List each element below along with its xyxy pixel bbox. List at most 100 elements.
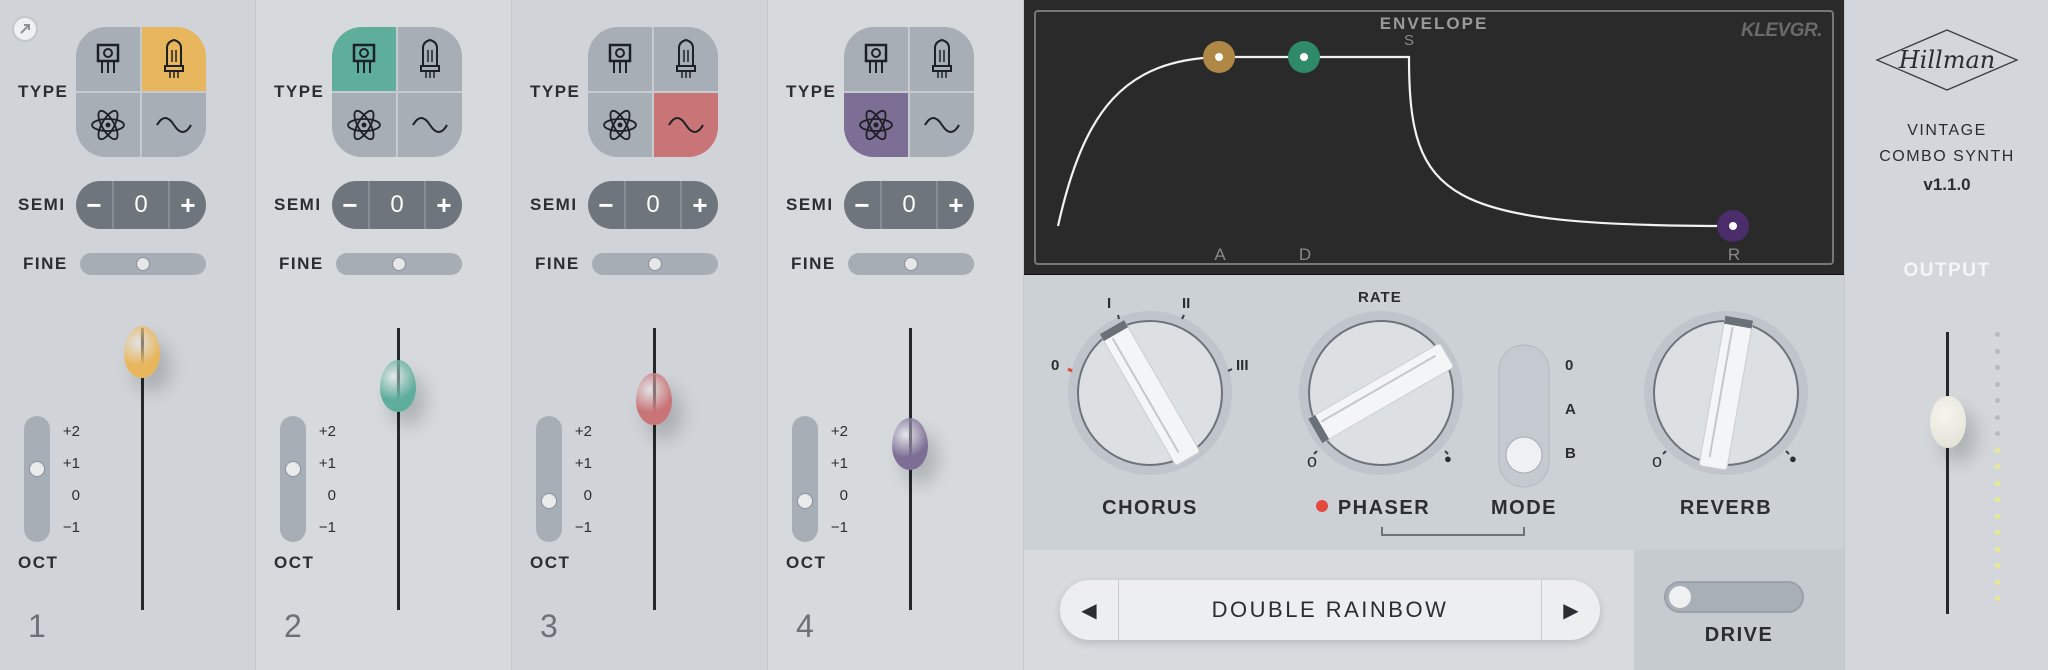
- mode-option-a[interactable]: A: [1565, 401, 1576, 418]
- oct-slider[interactable]: [792, 416, 818, 542]
- oct-value[interactable]: 0: [314, 480, 336, 512]
- level-fader-knob[interactable]: [124, 326, 160, 378]
- meter-led: [1995, 348, 2000, 354]
- release-handle[interactable]: [1717, 210, 1749, 242]
- atom-icon: [601, 106, 639, 144]
- type-atom-button[interactable]: [844, 93, 908, 157]
- semi-label: SEMI: [18, 195, 66, 214]
- oct-slider[interactable]: [536, 416, 562, 542]
- semi-plus-button[interactable]: +: [938, 181, 974, 229]
- mode-switch[interactable]: [1498, 344, 1550, 488]
- oct-slider[interactable]: [24, 416, 50, 542]
- oct-value[interactable]: +2: [314, 416, 336, 448]
- meter-led: [1995, 513, 2000, 519]
- oct-slider-knob[interactable]: [541, 493, 557, 509]
- oct-scale: +2 +1 0 −1: [58, 416, 80, 544]
- oct-value[interactable]: −1: [58, 512, 80, 544]
- type-sine-button[interactable]: [398, 93, 462, 157]
- type-sine-button[interactable]: [654, 93, 718, 157]
- type-sine-button[interactable]: [142, 93, 206, 157]
- level-fader-knob[interactable]: [380, 360, 416, 412]
- oct-slider[interactable]: [280, 416, 306, 542]
- oct-value[interactable]: +1: [570, 448, 592, 480]
- type-sine-button[interactable]: [910, 93, 974, 157]
- preset-prev-button[interactable]: ◀: [1060, 580, 1118, 640]
- oct-label: OCT: [786, 553, 827, 572]
- oct-slider-knob[interactable]: [285, 461, 301, 477]
- oct-value[interactable]: −1: [826, 512, 848, 544]
- type-tube-button[interactable]: [142, 27, 206, 91]
- meter-led: [1995, 447, 2000, 453]
- oct-value[interactable]: −1: [314, 512, 336, 544]
- type-atom-button[interactable]: [588, 93, 652, 157]
- fine-slider-knob[interactable]: [136, 257, 150, 271]
- oct-value[interactable]: −1: [570, 512, 592, 544]
- mode-option-b[interactable]: B: [1565, 445, 1576, 462]
- type-tube-button[interactable]: [398, 27, 462, 91]
- preset-selector: ◀ DOUBLE RAINBOW ▶: [1060, 580, 1600, 640]
- meter-led: [1995, 431, 2000, 436]
- chorus-knob[interactable]: [1067, 311, 1233, 475]
- oct-value[interactable]: 0: [570, 480, 592, 512]
- oct-value[interactable]: +1: [826, 448, 848, 480]
- transistor-icon: [861, 42, 891, 76]
- semi-plus-button[interactable]: +: [426, 181, 462, 229]
- fine-slider[interactable]: [592, 253, 718, 275]
- mode-option-0[interactable]: 0: [1565, 357, 1573, 374]
- type-label: TYPE: [18, 82, 69, 101]
- channel-number: 1: [28, 608, 46, 644]
- oct-slider-knob[interactable]: [797, 493, 813, 509]
- fine-label: FINE: [23, 254, 68, 273]
- oct-value[interactable]: +1: [58, 448, 80, 480]
- oct-slider-knob[interactable]: [29, 461, 45, 477]
- fine-slider-knob[interactable]: [904, 257, 918, 271]
- level-fader-knob[interactable]: [636, 373, 672, 425]
- fine-slider-knob[interactable]: [648, 257, 662, 271]
- semi-minus-button[interactable]: −: [76, 181, 112, 229]
- preset-bar: ◀ DOUBLE RAINBOW ▶: [1024, 550, 1634, 670]
- semi-minus-button[interactable]: −: [844, 181, 880, 229]
- expand-icon[interactable]: [12, 16, 38, 42]
- type-tube-button[interactable]: [910, 27, 974, 91]
- oct-value[interactable]: +2: [570, 416, 592, 448]
- semi-plus-button[interactable]: +: [682, 181, 718, 229]
- preset-name[interactable]: DOUBLE RAINBOW: [1118, 580, 1542, 640]
- hillman-logo: Hillman: [1875, 29, 2019, 91]
- type-tube-button[interactable]: [654, 27, 718, 91]
- type-transistor-button[interactable]: [76, 27, 140, 91]
- fine-slider[interactable]: [336, 253, 462, 275]
- attack-handle[interactable]: [1203, 41, 1235, 73]
- reverb-knob[interactable]: [1644, 311, 1808, 475]
- phaser-rate-knob[interactable]: [1299, 311, 1463, 475]
- semi-minus-button[interactable]: −: [588, 181, 624, 229]
- envelope-panel: ENVELOPE KLEVGR. A D S R: [1024, 0, 1844, 275]
- type-label: TYPE: [274, 82, 325, 101]
- fine-slider[interactable]: [80, 253, 206, 275]
- tube-icon: [673, 38, 699, 80]
- decay-label: D: [1299, 245, 1311, 264]
- oct-value[interactable]: 0: [826, 480, 848, 512]
- drive-toggle[interactable]: [1664, 581, 1804, 613]
- decay-handle[interactable]: [1288, 41, 1320, 73]
- envelope-graph[interactable]: A D S R: [1024, 0, 1844, 275]
- type-transistor-button[interactable]: [332, 27, 396, 91]
- drive-label: DRIVE: [1704, 624, 1774, 646]
- semi-minus-button[interactable]: −: [332, 181, 368, 229]
- type-label: TYPE: [530, 82, 581, 101]
- fine-slider-knob[interactable]: [392, 257, 406, 271]
- semi-plus-button[interactable]: +: [170, 181, 206, 229]
- output-label: OUTPUT: [1903, 260, 1991, 281]
- type-atom-button[interactable]: [332, 93, 396, 157]
- fine-slider[interactable]: [848, 253, 974, 275]
- output-fader-knob[interactable]: [1930, 396, 1966, 448]
- oct-value[interactable]: +1: [314, 448, 336, 480]
- oct-value[interactable]: +2: [58, 416, 80, 448]
- type-atom-button[interactable]: [76, 93, 140, 157]
- oct-value[interactable]: +2: [826, 416, 848, 448]
- oct-scale: +2 +1 0 −1: [826, 416, 848, 544]
- preset-next-button[interactable]: ▶: [1542, 580, 1600, 640]
- level-fader-knob[interactable]: [892, 418, 928, 470]
- type-transistor-button[interactable]: [844, 27, 908, 91]
- type-transistor-button[interactable]: [588, 27, 652, 91]
- oct-value[interactable]: 0: [58, 480, 80, 512]
